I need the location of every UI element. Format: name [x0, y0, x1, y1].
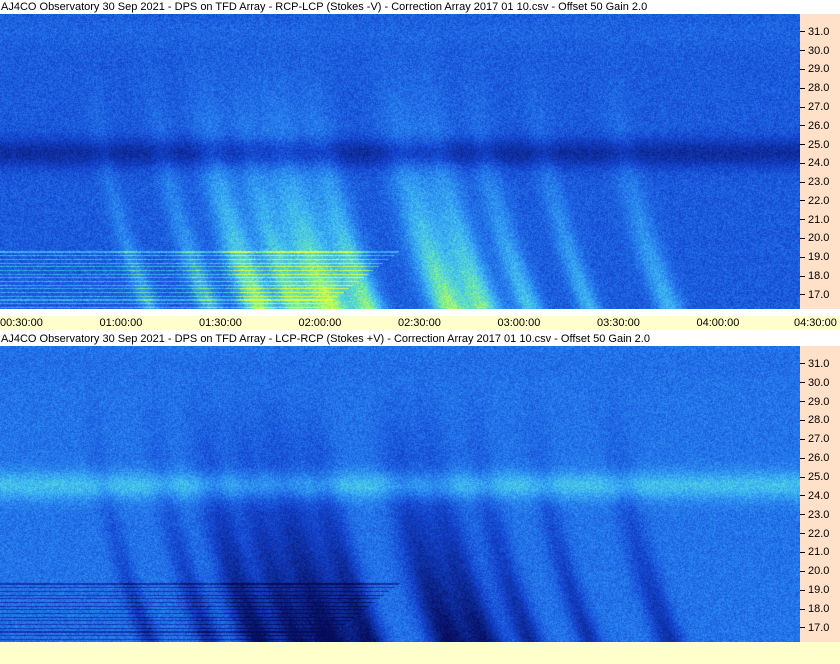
- panel-2-spectrogram: [0, 346, 800, 642]
- x-tick-label: 03:30:00: [597, 317, 640, 329]
- y-tick-label: 19.0: [800, 251, 829, 263]
- y-tick-label: 17.0: [800, 622, 829, 634]
- y-tick-label: 29.0: [800, 396, 829, 408]
- y-tick-label: 21.0: [800, 214, 829, 226]
- y-tick-label: 27.0: [800, 433, 829, 445]
- y-tick-label: 26.0: [800, 120, 829, 132]
- panel-1-frequency-axis: 31.0 30.0 29.0 28.0 27.0 26.0 25.0 24.0 23.0 22.0…: [800, 14, 840, 309]
- x-tick-label: 04:00:00: [696, 317, 740, 329]
- x-tick-label: 02:30:00: [398, 317, 441, 329]
- y-tick-label: 30.0: [800, 377, 829, 389]
- y-tick-label: 25.0: [800, 471, 829, 483]
- bottom-status-strip: [0, 642, 840, 664]
- y-tick-label: 24.0: [800, 490, 829, 502]
- x-tick-label: 01:30:00: [199, 317, 242, 329]
- panel-2-heatmap: [0, 346, 800, 642]
- panel-1-spectrogram: [0, 14, 800, 309]
- panel-1-title: AJ4CO Observatory 30 Sep 2021 - DPS on T…: [1, 1, 648, 13]
- x-tick-label: 01:00:00: [99, 317, 143, 329]
- y-tick-label: 19.0: [800, 584, 829, 596]
- y-tick-label: 22.0: [800, 528, 829, 540]
- y-tick-label: 30.0: [800, 45, 829, 57]
- y-tick-label: 23.0: [800, 176, 829, 188]
- y-tick-label: 28.0: [800, 414, 829, 426]
- y-tick-label: 27.0: [800, 101, 829, 113]
- panel-2-title: AJ4CO Observatory 30 Sep 2021 - DPS on T…: [1, 333, 650, 345]
- y-tick-label: 25.0: [800, 139, 829, 151]
- x-tick-label: 04:30:00: [794, 317, 837, 329]
- y-tick-label: 28.0: [800, 82, 829, 94]
- y-tick-label: 21.0: [800, 546, 829, 558]
- panel-1-time-axis: 00:30:00 01:00:00 01:30:00 02:00:00 02:30:00…: [0, 316, 840, 330]
- y-tick-label: 20.0: [800, 232, 829, 244]
- y-tick-label: 24.0: [800, 157, 829, 169]
- y-tick-label: 29.0: [800, 63, 829, 75]
- x-tick-label: 02:00:00: [298, 317, 342, 329]
- panel-1-heatmap: [0, 14, 800, 309]
- x-tick-label: 00:30:00: [0, 317, 43, 329]
- y-tick-label: 20.0: [800, 565, 829, 577]
- y-tick-label: 18.0: [800, 603, 829, 615]
- y-tick-label: 17.0: [800, 289, 829, 301]
- y-tick-label: 23.0: [800, 509, 829, 521]
- y-tick-label: 18.0: [800, 270, 829, 282]
- y-tick-label: 31.0: [800, 358, 829, 370]
- y-tick-label: 31.0: [800, 26, 829, 38]
- panel-2-frequency-axis: 31.0 30.0 29.0 28.0 27.0 26.0 25.0 24.0 23.0 22.0…: [800, 346, 840, 642]
- y-tick-label: 26.0: [800, 452, 829, 464]
- x-tick-label: 03:00:00: [497, 317, 541, 329]
- y-tick-label: 22.0: [800, 195, 829, 207]
